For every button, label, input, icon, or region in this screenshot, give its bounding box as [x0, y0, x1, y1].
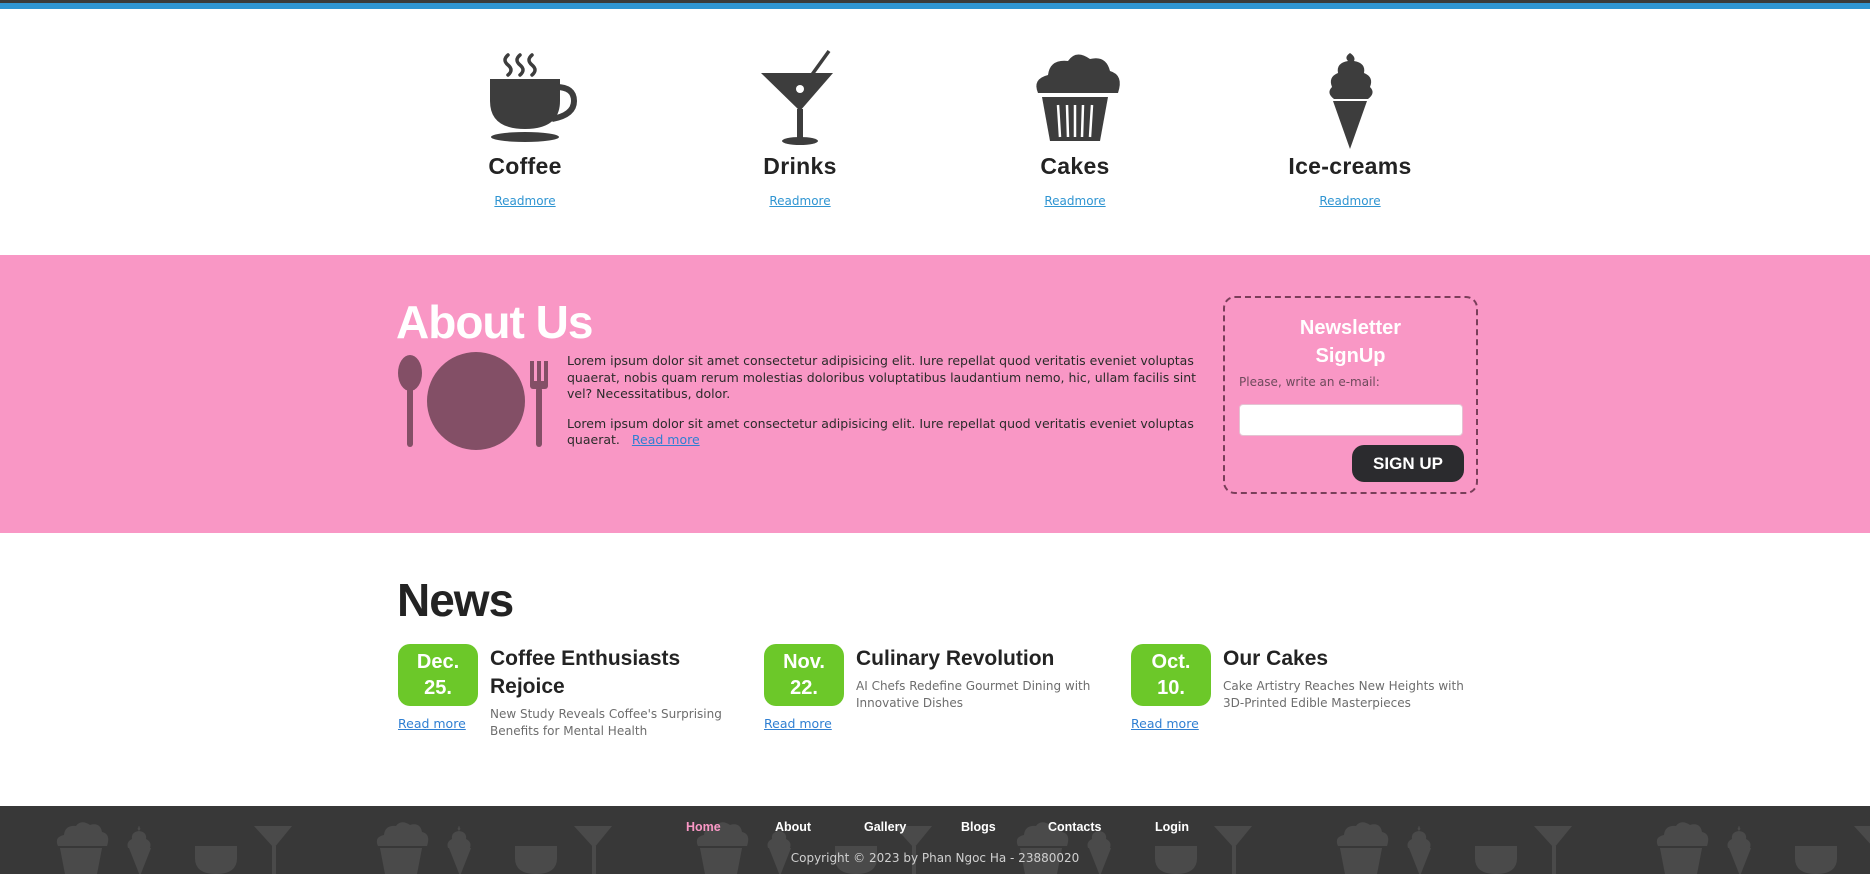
news-date-day: 22. — [790, 677, 818, 699]
ice-cream-icon — [1329, 53, 1373, 149]
footer-nav-login[interactable]: Login — [1155, 820, 1189, 834]
footer: Home About Gallery Blogs Contacts Login … — [0, 806, 1870, 874]
category-readmore-link[interactable]: Readmore — [1319, 194, 1380, 208]
news-item: Dec. 25. Read more Coffee Enthusiasts Re… — [398, 644, 738, 754]
category-readmore-link[interactable]: Readmore — [769, 194, 830, 208]
plate-cutlery-icon — [398, 352, 548, 450]
about-section: About Us Lorem ipsum dolor sit amet cons… — [0, 255, 1870, 533]
category-readmore-link[interactable]: Readmore — [1044, 194, 1105, 208]
news-date-month: Oct. — [1151, 651, 1191, 673]
coffee-cup-icon — [490, 53, 578, 142]
news-section: News Dec. 25. Read more Coffee Enthusias… — [0, 533, 1870, 806]
about-read-more-link[interactable]: Read more — [632, 432, 700, 447]
categories-section: Coffee Readmore Drinks Readmore Cakes Re… — [0, 9, 1870, 255]
news-headline: Culinary Revolution AI Chefs Redefine Go… — [856, 645, 1101, 711]
news-date-day: 10. — [1157, 677, 1185, 699]
about-title: About Us — [396, 296, 593, 348]
newsletter-email-label: Please, write an e-mail: — [1239, 375, 1380, 389]
newsletter-email-input[interactable] — [1239, 404, 1463, 436]
news-description: New Study Reveals Coffee's Surprising Be… — [490, 707, 722, 738]
about-paragraph-2: Lorem ipsum dolor sit amet consectetur a… — [567, 416, 1207, 449]
news-read-more-link[interactable]: Read more — [1131, 716, 1199, 731]
news-headline: Our Cakes Cake Artistry Reaches New Heig… — [1223, 645, 1468, 711]
news-date-month: Nov. — [783, 651, 825, 673]
category-name: Coffee — [488, 153, 562, 179]
news-date-badge: Oct. 10. — [1131, 644, 1211, 706]
news-read-more-link[interactable]: Read more — [764, 716, 832, 731]
news-date-day: 25. — [424, 677, 452, 699]
copyright-text: Copyright © 2023 by Phan Ngoc Ha - 23880… — [790, 851, 1080, 865]
about-paragraph-1: Lorem ipsum dolor sit amet consectetur a… — [567, 353, 1197, 401]
category-cakes: Cakes Readmore — [965, 49, 1185, 209]
newsletter-title: Newsletter SignUp — [1225, 314, 1476, 370]
category-drinks: Drinks Readmore — [690, 49, 910, 209]
news-title: News — [397, 574, 514, 626]
signup-button[interactable]: SIGN UP — [1352, 445, 1464, 482]
about-text: Lorem ipsum dolor sit amet consectetur a… — [567, 353, 1207, 462]
top-strip — [0, 0, 1870, 9]
cocktail-icon — [761, 49, 833, 145]
cupcake-icon — [1036, 54, 1120, 141]
news-item: Oct. 10. Read more Our Cakes Cake Artist… — [1131, 644, 1471, 754]
category-ice-creams: Ice-creams Readmore — [1240, 49, 1460, 209]
news-headline-text[interactable]: Culinary Revolution — [856, 645, 1101, 673]
news-date-badge: Nov. 22. — [764, 644, 844, 706]
news-date-badge: Dec. 25. — [398, 644, 478, 706]
category-name: Ice-creams — [1288, 153, 1412, 179]
category-coffee: Coffee Readmore — [415, 49, 635, 209]
news-read-more-link[interactable]: Read more — [398, 716, 466, 731]
category-readmore-link[interactable]: Readmore — [494, 194, 555, 208]
footer-nav: Home About Gallery Blogs Contacts Login — [0, 820, 1870, 840]
news-date-month: Dec. — [416, 651, 460, 673]
news-headline: Coffee Enthusiasts Rejoice New Study Rev… — [490, 645, 735, 739]
news-item: Nov. 22. Read more Culinary Revolution A… — [764, 644, 1104, 754]
category-name: Cakes — [1040, 153, 1110, 179]
footer-nav-gallery[interactable]: Gallery — [864, 820, 906, 834]
footer-nav-about[interactable]: About — [775, 820, 811, 834]
footer-nav-home[interactable]: Home — [686, 820, 721, 834]
news-headline-text[interactable]: Our Cakes — [1223, 645, 1468, 673]
news-headline-text[interactable]: Coffee Enthusiasts Rejoice — [490, 645, 735, 701]
newsletter-box: Newsletter SignUp Please, write an e-mai… — [1223, 296, 1478, 494]
newsletter-title-text: Newsletter SignUp — [1299, 317, 1402, 367]
category-name: Drinks — [763, 153, 837, 179]
footer-nav-blogs[interactable]: Blogs — [961, 820, 996, 834]
news-description: AI Chefs Redefine Gourmet Dining with In… — [856, 679, 1091, 710]
news-description: Cake Artistry Reaches New Heights with 3… — [1223, 679, 1464, 710]
footer-nav-contacts[interactable]: Contacts — [1048, 820, 1101, 834]
